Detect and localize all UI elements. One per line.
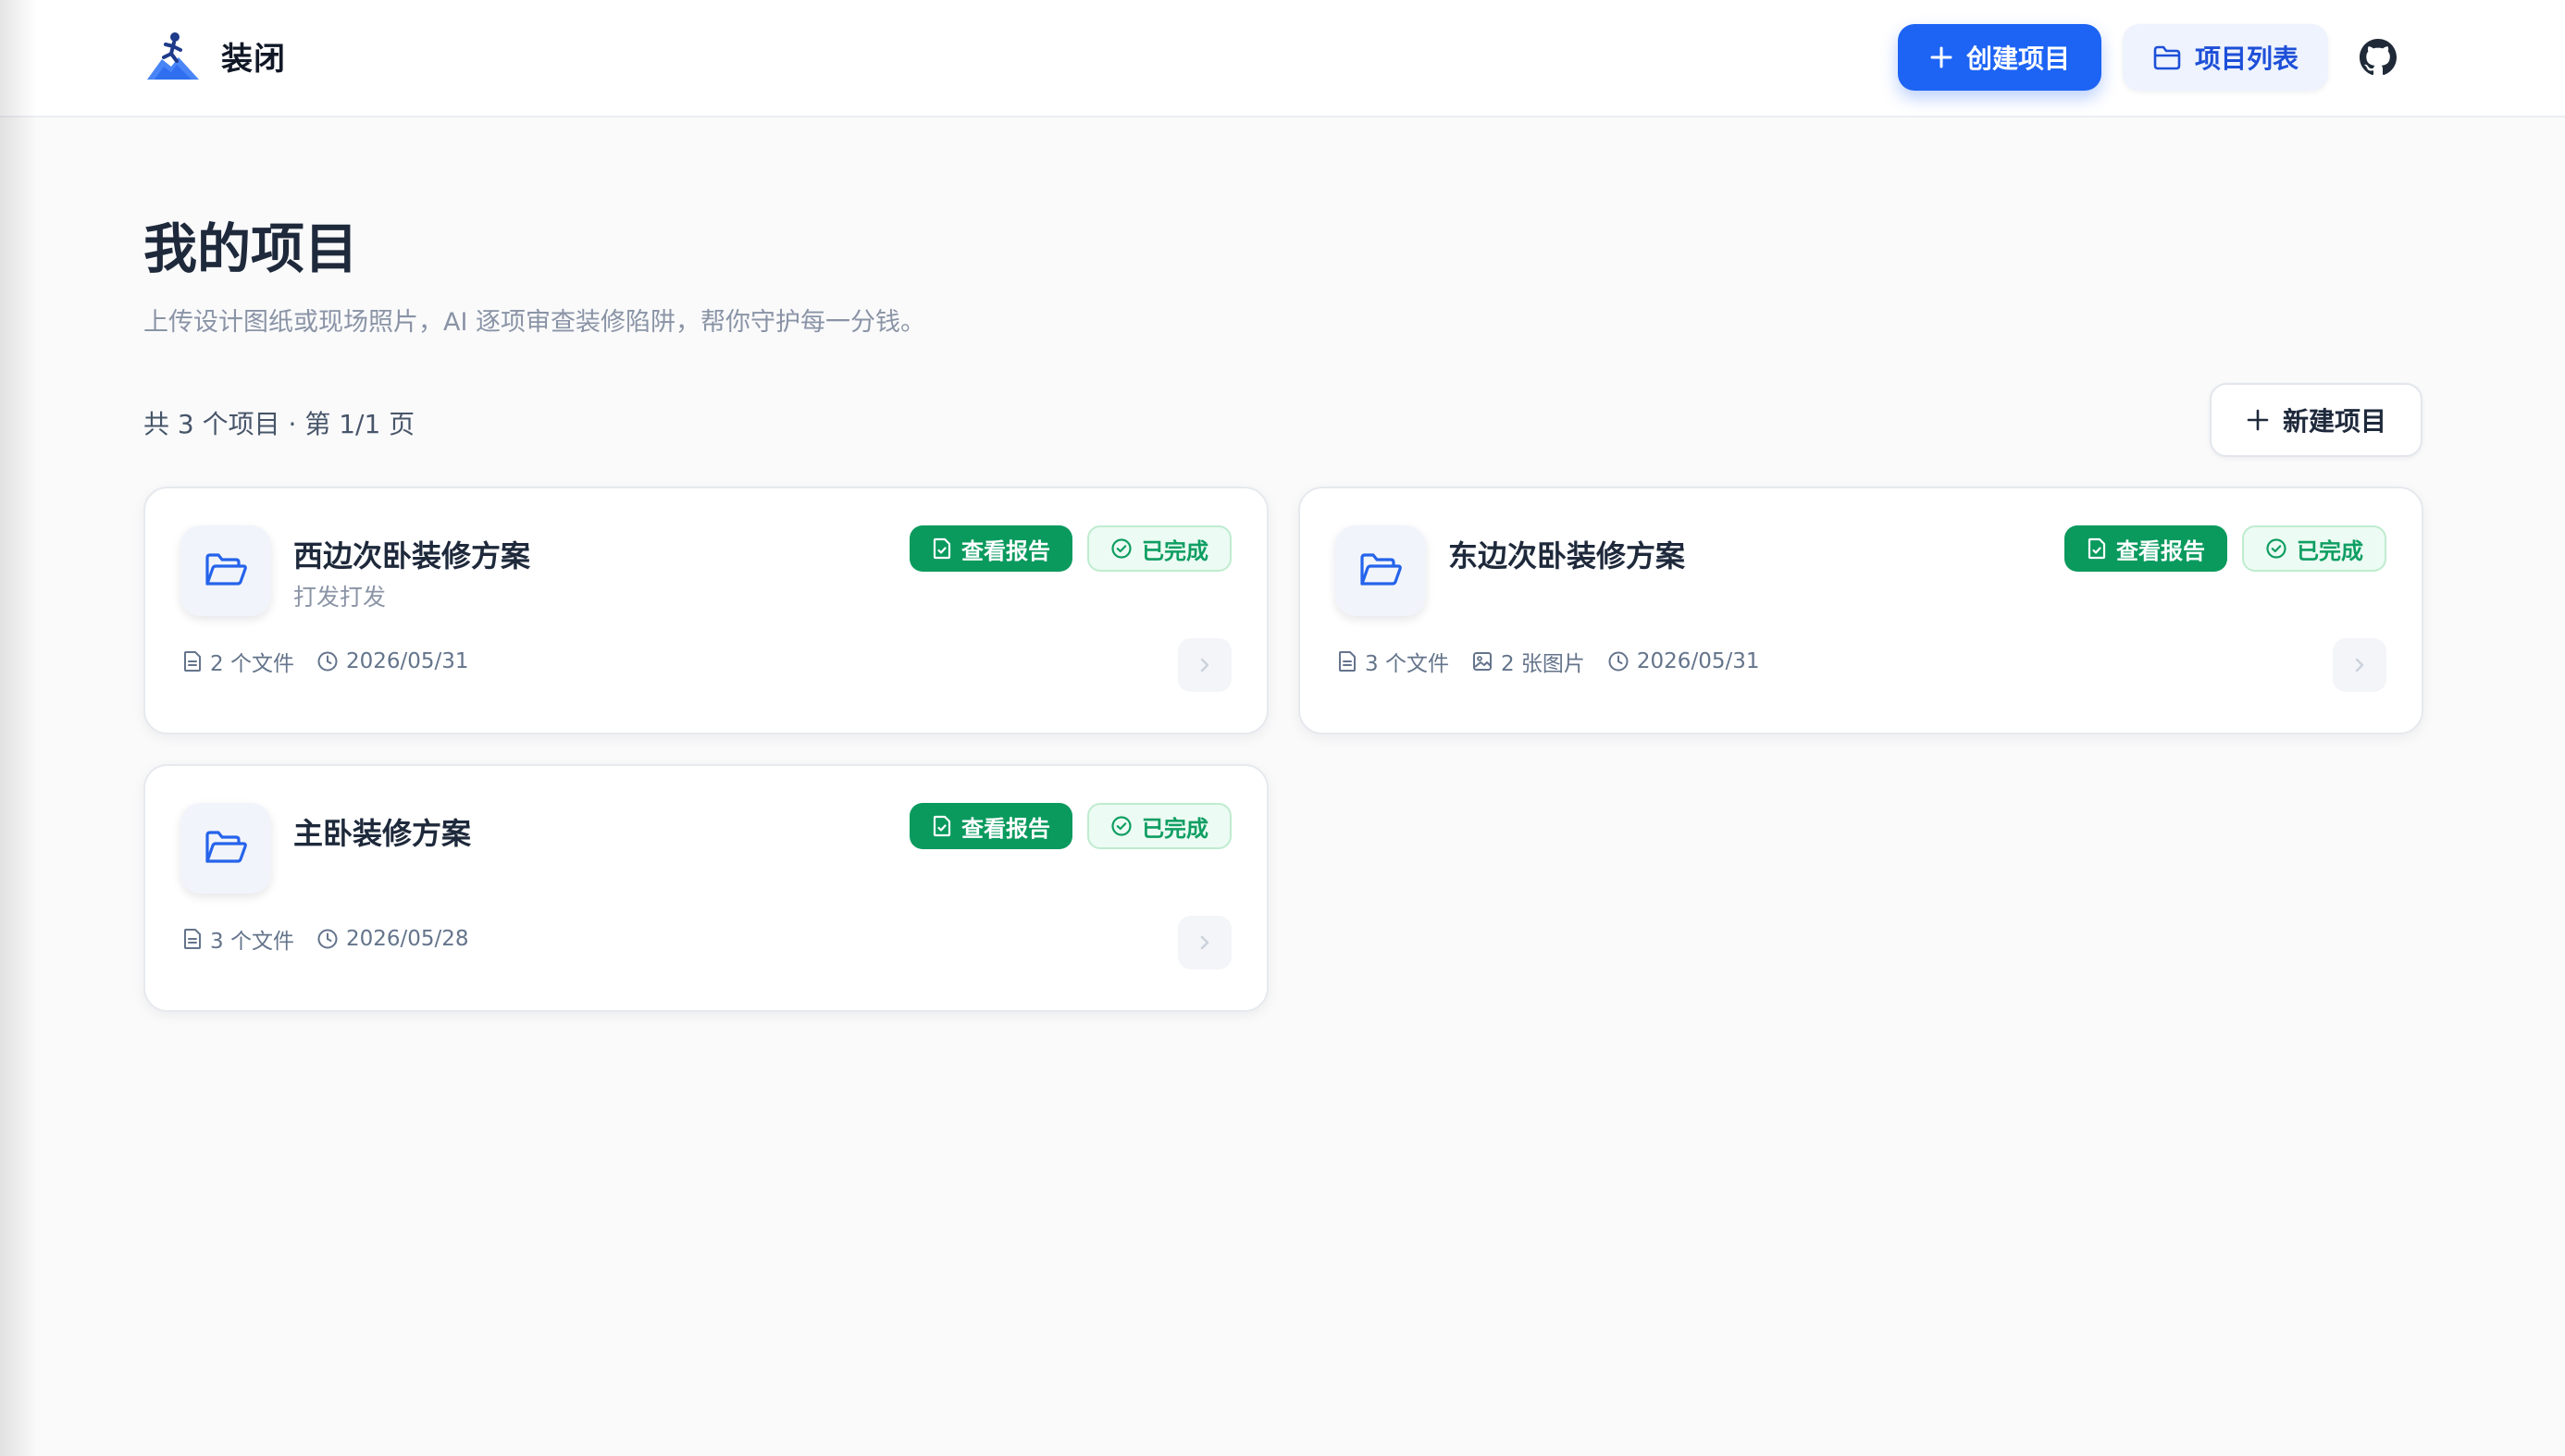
project-folder-tile bbox=[180, 803, 271, 894]
status-badge: 已完成 bbox=[1087, 525, 1232, 572]
view-report-button[interactable]: 查看报告 bbox=[910, 525, 1072, 572]
file-icon bbox=[1339, 651, 1356, 672]
file-count-text: 3 个文件 bbox=[210, 930, 294, 954]
status-badge: 已完成 bbox=[2242, 525, 2386, 572]
file-count: 3 个文件 bbox=[1337, 646, 1449, 677]
project-list-button[interactable]: 项目列表 bbox=[2123, 24, 2328, 91]
plus-icon bbox=[2247, 409, 2269, 431]
project-meta: 3 个文件 2 张图片 2026/05/31 bbox=[1337, 646, 1759, 677]
clock-icon bbox=[317, 651, 338, 672]
page-title: 我的项目 bbox=[143, 217, 359, 280]
file-icon bbox=[184, 929, 201, 949]
status-badge: 已完成 bbox=[1087, 803, 1232, 849]
file-count-text: 2 个文件 bbox=[210, 652, 294, 676]
file-check-icon bbox=[2088, 537, 2106, 560]
file-check-icon bbox=[933, 537, 951, 560]
project-title: 东边次卧装修方案 bbox=[1448, 538, 1686, 574]
status-label: 已完成 bbox=[1142, 537, 1208, 564]
project-date: 2026/05/31 bbox=[316, 649, 469, 673]
project-date-text: 2026/05/28 bbox=[345, 927, 469, 951]
project-date-text: 2026/05/31 bbox=[1636, 649, 1760, 673]
project-title: 主卧装修方案 bbox=[293, 816, 472, 851]
github-icon[interactable] bbox=[2360, 39, 2397, 76]
project-card[interactable]: 西边次卧装修方案 打发打发 查看报告 已完成 2 个文件 2026/05/31 bbox=[143, 487, 1269, 734]
view-report-label: 查看报告 bbox=[961, 815, 1050, 842]
page-subtitle: 上传设计图纸或现场照片，AI 逐项审查装修陷阱，帮你守护每一分钱。 bbox=[143, 308, 926, 337]
new-project-label: 新建项目 bbox=[2282, 406, 2386, 437]
folder-open-icon bbox=[1360, 553, 1402, 586]
window-edge-shadow bbox=[0, 0, 37, 1456]
project-date: 2026/05/31 bbox=[1607, 649, 1760, 673]
climbing-person-icon bbox=[147, 32, 199, 80]
check-circle-icon bbox=[1111, 816, 1132, 836]
brand[interactable]: 装闭 bbox=[143, 30, 286, 81]
project-title: 西边次卧装修方案 bbox=[293, 538, 531, 574]
view-report-button[interactable]: 查看报告 bbox=[2064, 525, 2227, 572]
new-project-button[interactable]: 新建项目 bbox=[2210, 383, 2422, 457]
check-circle-icon bbox=[1111, 538, 1132, 559]
chevron-right-icon bbox=[1200, 935, 1209, 950]
folder-open-icon bbox=[205, 553, 247, 586]
project-description: 打发打发 bbox=[293, 584, 387, 611]
open-project-button[interactable] bbox=[2333, 638, 2386, 692]
view-report-label: 查看报告 bbox=[961, 537, 1050, 564]
file-count: 3 个文件 bbox=[182, 923, 294, 955]
file-check-icon bbox=[933, 815, 951, 837]
chevron-right-icon bbox=[1200, 658, 1209, 672]
view-report-button[interactable]: 查看报告 bbox=[910, 803, 1072, 849]
status-label: 已完成 bbox=[2297, 537, 2363, 564]
project-card[interactable]: 东边次卧装修方案 查看报告 已完成 3 个文件 2 张图片 2026/05/31 bbox=[1298, 487, 2423, 734]
view-report-label: 查看报告 bbox=[2116, 537, 2205, 564]
status-label: 已完成 bbox=[1142, 815, 1208, 842]
chevron-right-icon bbox=[2355, 658, 2364, 672]
project-card[interactable]: 主卧装修方案 查看报告 已完成 3 个文件 2026/05/28 bbox=[143, 764, 1269, 1012]
image-count: 2 张图片 bbox=[1471, 646, 1585, 677]
brand-name: 装闭 bbox=[221, 40, 286, 78]
project-folder-tile bbox=[180, 525, 271, 616]
project-date: 2026/05/28 bbox=[316, 927, 469, 951]
check-circle-icon bbox=[2266, 538, 2286, 559]
plus-icon bbox=[1930, 46, 1952, 68]
image-icon bbox=[1472, 652, 1492, 671]
project-meta: 3 个文件 2026/05/28 bbox=[182, 923, 469, 955]
project-folder-tile bbox=[1335, 525, 1426, 616]
clock-icon bbox=[317, 929, 338, 949]
project-meta: 2 个文件 2026/05/31 bbox=[182, 646, 469, 677]
create-project-button[interactable]: 创建项目 bbox=[1898, 24, 2101, 91]
open-project-button[interactable] bbox=[1178, 638, 1232, 692]
create-project-label: 创建项目 bbox=[1965, 43, 2070, 74]
top-navbar: 装闭 创建项目 项目列表 bbox=[0, 0, 2565, 117]
clock-icon bbox=[1608, 651, 1629, 672]
project-list-label: 项目列表 bbox=[2194, 43, 2299, 74]
project-count: 共 3 个项目 · 第 1/1 页 bbox=[143, 409, 415, 439]
file-icon bbox=[184, 651, 201, 672]
open-project-button[interactable] bbox=[1178, 916, 1232, 969]
file-count: 2 个文件 bbox=[182, 646, 294, 677]
file-count-text: 3 个文件 bbox=[1365, 652, 1449, 676]
folder-open-icon bbox=[205, 831, 247, 863]
image-count-text: 2 张图片 bbox=[1500, 652, 1585, 676]
folder-icon bbox=[2153, 45, 2181, 70]
project-date-text: 2026/05/31 bbox=[345, 649, 469, 673]
